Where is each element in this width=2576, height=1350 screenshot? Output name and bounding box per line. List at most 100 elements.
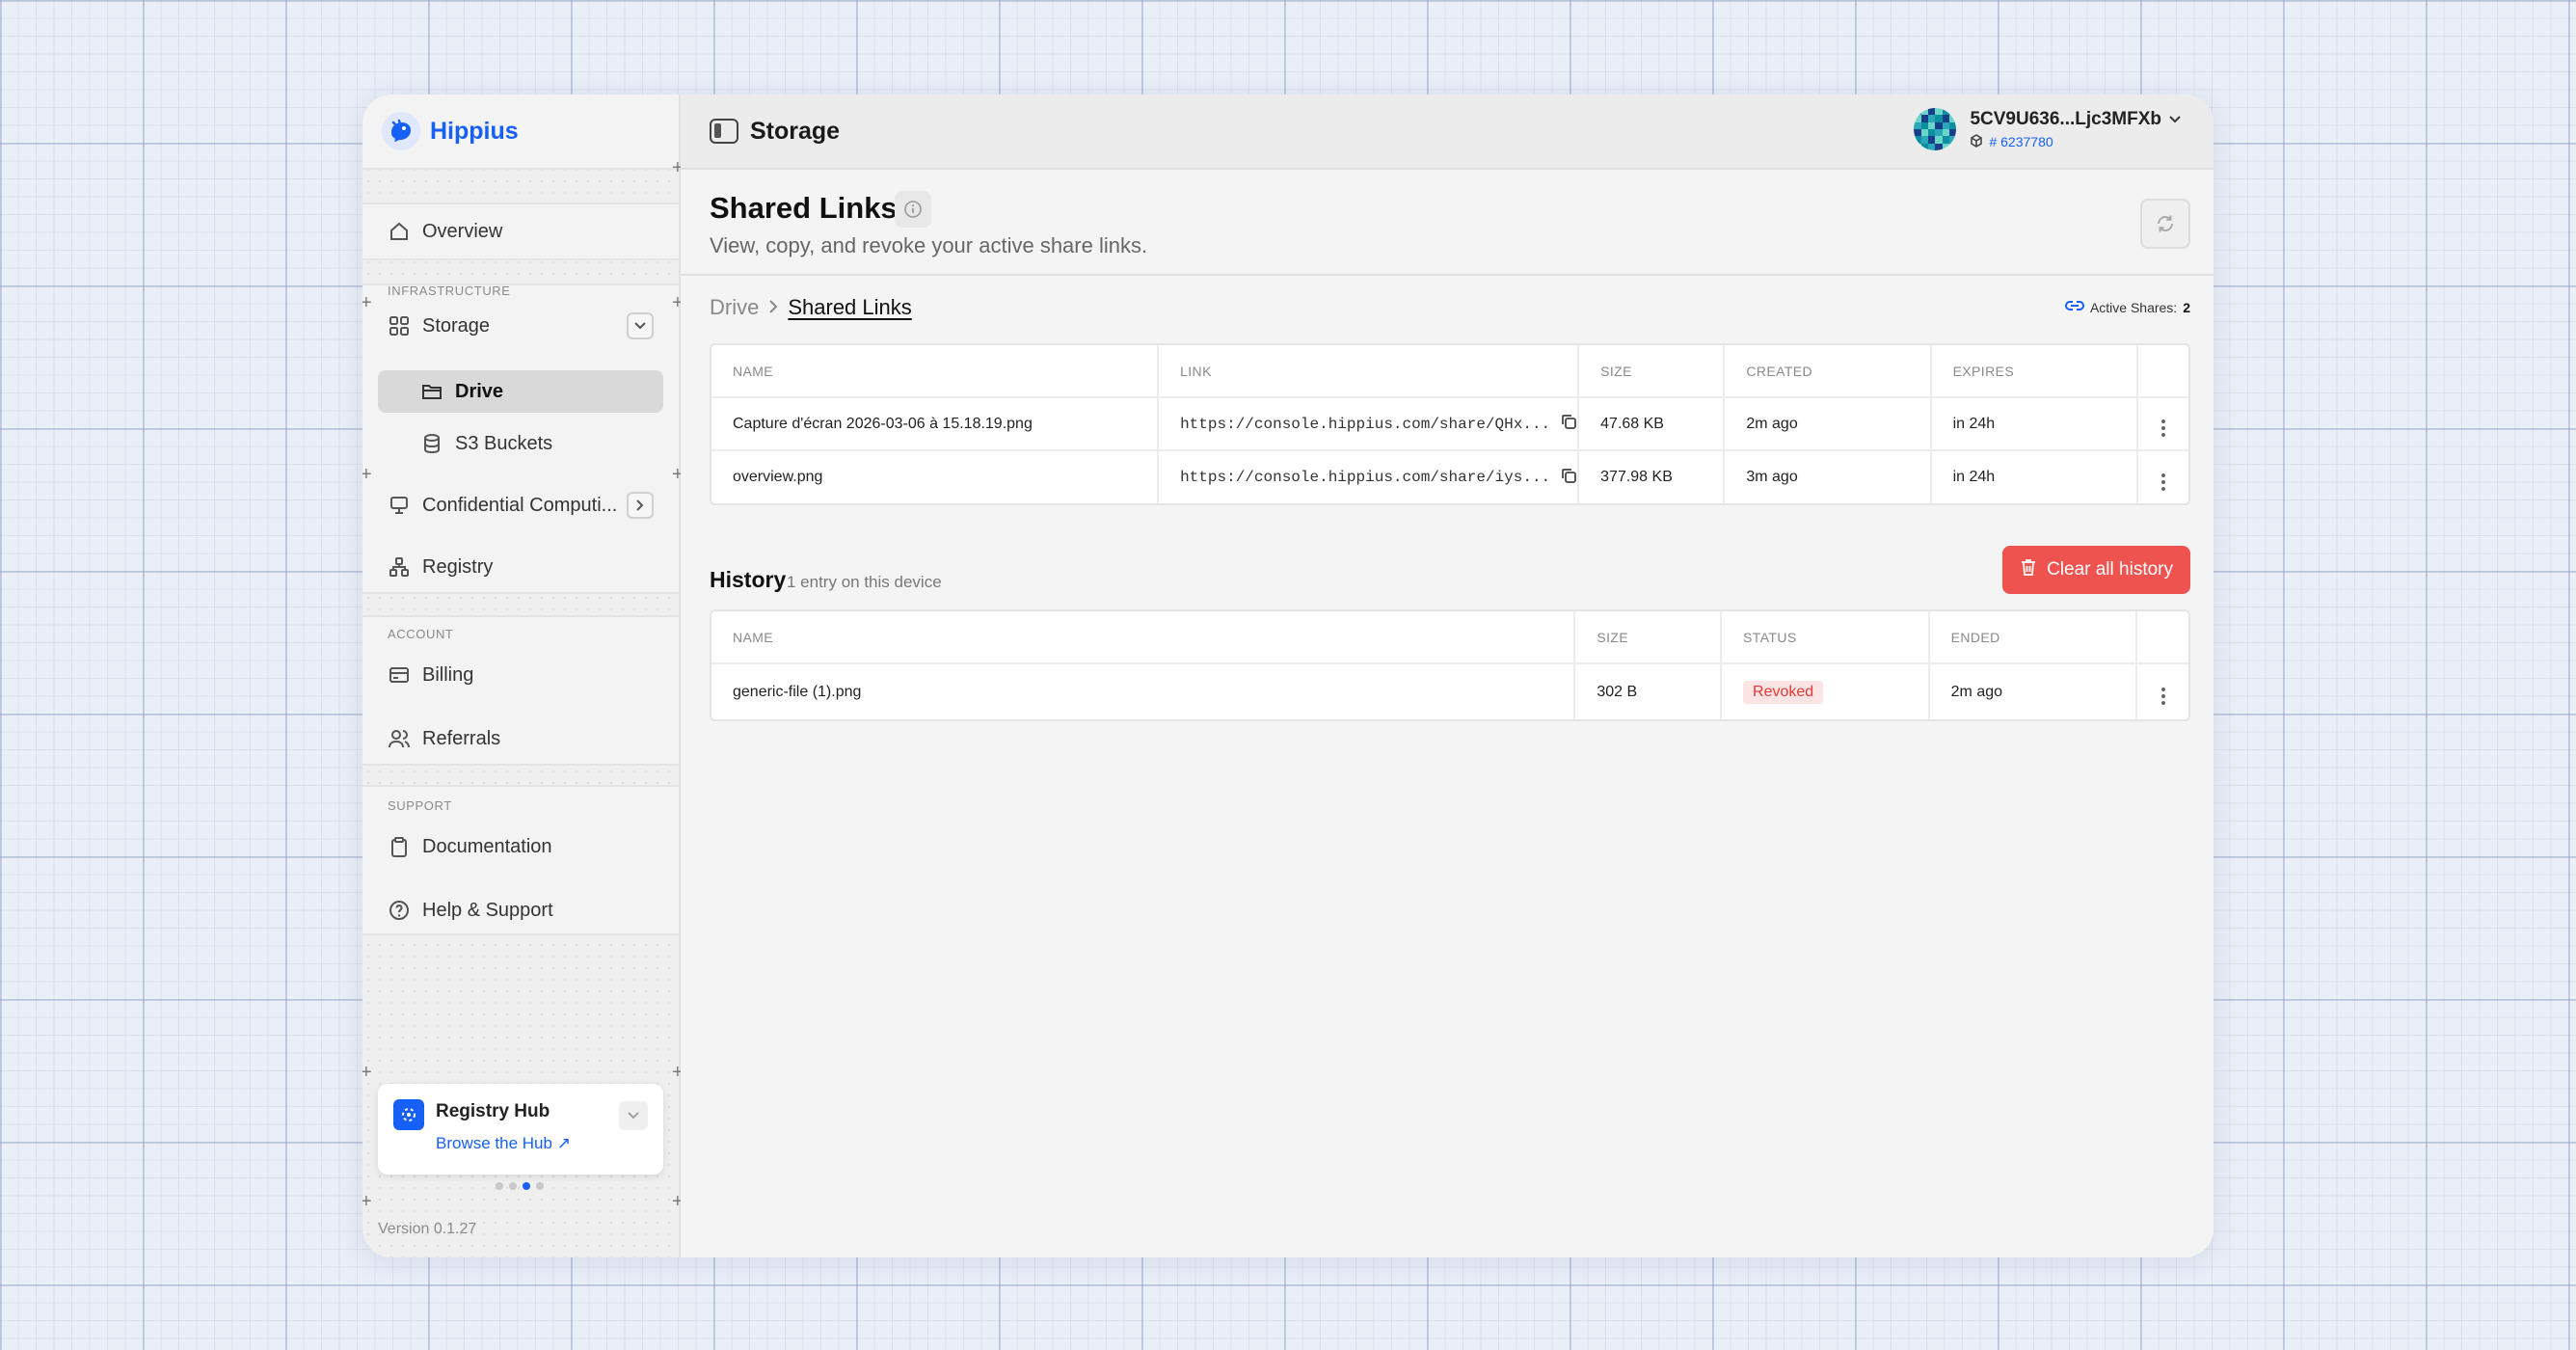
more-vertical-icon[interactable]	[2160, 688, 2165, 705]
status-badge: Revoked	[1743, 680, 1824, 704]
history-table: NAME SIZE STATUS ENDED generic-file (1).…	[710, 609, 2190, 721]
chevron-down-icon[interactable]	[619, 1101, 648, 1130]
breadcrumb-shared-links[interactable]: Shared Links	[788, 295, 911, 320]
sidebar-item-s3-buckets[interactable]: S3 Buckets	[378, 422, 663, 465]
info-icon[interactable]	[895, 191, 931, 228]
chevron-right-icon	[768, 295, 778, 320]
sidebar-item-documentation[interactable]: Documentation	[378, 825, 663, 868]
share-created: 2m ago	[1724, 397, 1932, 451]
browse-hub-link[interactable]: Browse the Hub ↗	[436, 1134, 571, 1153]
history-size: 302 B	[1574, 663, 1723, 719]
carousel-dots	[496, 1182, 544, 1190]
sidebar-item-overview[interactable]: Overview	[378, 210, 663, 253]
users-icon	[388, 727, 411, 750]
column-header-actions	[2136, 611, 2188, 664]
cube-icon	[1970, 133, 1983, 150]
account-name: 5CV9U636...Ljc3MFXb	[1970, 108, 2161, 129]
corner-plus-icon: +	[362, 464, 372, 485]
sidebar-item-label: Referrals	[422, 727, 501, 749]
sidebar-item-referrals[interactable]: Referrals	[378, 717, 663, 760]
breadcrumb-drive[interactable]: Drive	[710, 295, 759, 320]
row-actions	[2137, 450, 2188, 503]
browse-hub-label: Browse the Hub	[436, 1134, 552, 1152]
more-vertical-icon[interactable]	[2160, 472, 2165, 491]
share-created: 3m ago	[1724, 450, 1932, 503]
carousel-dot[interactable]	[496, 1182, 503, 1190]
sidebar-item-help-support[interactable]: Help & Support	[378, 889, 663, 932]
trash-icon	[2020, 557, 2037, 582]
sidebar-item-label: Confidential Computi...	[422, 494, 618, 516]
share-link[interactable]: https://console.hippius.com/share/iys...	[1180, 469, 1550, 486]
column-header-status: STATUS	[1721, 611, 1930, 664]
sidebar-item-billing[interactable]: Billing	[378, 654, 663, 696]
table-row[interactable]: Capture d'écran 2026-03-06 à 15.18.19.pn…	[711, 397, 2188, 451]
column-header-name: NAME	[711, 345, 1160, 398]
monitor-icon	[388, 494, 411, 517]
brand-name: Hippius	[430, 117, 519, 145]
sidebar-item-label: Overview	[422, 220, 503, 242]
column-header-size: SIZE	[1578, 345, 1726, 398]
chevron-down-icon[interactable]	[627, 312, 654, 339]
main-content: Storage 5CV9U636...Ljc3MFXb # 6237780 Sh…	[681, 94, 2214, 1257]
carousel-dot[interactable]	[536, 1182, 544, 1190]
refresh-icon[interactable]	[2140, 199, 2190, 249]
sidebar-item-label: Help & Support	[422, 899, 553, 921]
carousel-dot-active[interactable]	[523, 1182, 530, 1190]
more-vertical-icon[interactable]	[2160, 419, 2165, 437]
sidebar: Hippius + Overview + + INFRASTRUCTURE St…	[362, 94, 684, 1257]
clear-history-button[interactable]: Clear all history	[2002, 546, 2190, 594]
history-name: generic-file (1).png	[711, 663, 1576, 719]
sidebar-item-storage[interactable]: Storage	[378, 305, 663, 347]
corner-plus-icon: +	[362, 1062, 372, 1083]
home-icon	[388, 220, 411, 243]
share-link-cell: https://console.hippius.com/share/iys...	[1158, 450, 1580, 503]
clipboard-icon	[388, 835, 411, 858]
table-row[interactable]: overview.png https://console.hippius.com…	[711, 450, 2188, 503]
topbar: Storage 5CV9U636...Ljc3MFXb # 6237780	[681, 94, 2214, 170]
page-title: Shared Links	[710, 191, 898, 225]
section-label-support: SUPPORT	[388, 798, 452, 813]
arrow-up-right-icon: ↗	[556, 1134, 571, 1152]
registry-hub-card[interactable]: Registry Hub Browse the Hub ↗	[378, 1084, 663, 1174]
active-shares: Active Shares: 2	[2064, 299, 2190, 315]
share-expires: in 24h	[1930, 450, 2138, 503]
page-subtitle: View, copy, and revoke your active share…	[710, 233, 1148, 257]
shares-table: NAME LINK SIZE CREATED EXPIRES Capture d…	[710, 343, 2190, 505]
history-title: History	[710, 567, 787, 592]
share-name: overview.png	[711, 450, 1160, 503]
grid-icon	[388, 314, 411, 338]
table-row[interactable]: generic-file (1).png 302 B Revoked 2m ag…	[711, 663, 2188, 719]
account-menu[interactable]: 5CV9U636...Ljc3MFXb # 6237780	[1914, 108, 2181, 150]
history-status-cell: Revoked	[1721, 663, 1930, 719]
column-header-expires: EXPIRES	[1930, 345, 2138, 398]
sidebar-item-label: Billing	[422, 663, 474, 686]
version-label: Version 0.1.27	[378, 1221, 477, 1237]
sidebar-item-label: Storage	[422, 314, 491, 337]
sidebar-item-drive[interactable]: Drive	[378, 370, 663, 413]
column-header-link: LINK	[1158, 345, 1580, 398]
sidebar-item-confidential-computing[interactable]: Confidential Computi...	[378, 484, 663, 526]
chevron-right-icon[interactable]	[627, 492, 654, 519]
share-link[interactable]: https://console.hippius.com/share/QHx...	[1180, 416, 1550, 433]
sidebar-item-label: S3 Buckets	[455, 432, 553, 454]
row-actions	[2136, 663, 2188, 719]
share-name: Capture d'écran 2026-03-06 à 15.18.19.pn…	[711, 397, 1160, 451]
folder-icon	[420, 380, 443, 403]
copy-icon[interactable]	[1560, 467, 1577, 489]
section-label-account: ACCOUNT	[388, 627, 454, 641]
breadcrumb: Drive Shared Links	[710, 295, 912, 320]
brand[interactable]: Hippius	[362, 94, 679, 170]
column-header-size: SIZE	[1574, 611, 1723, 664]
database-icon	[420, 432, 443, 455]
sidebar-toggle-icon[interactable]	[710, 119, 738, 144]
table-header-row: NAME SIZE STATUS ENDED	[711, 611, 2188, 664]
copy-icon[interactable]	[1560, 413, 1577, 435]
column-header-created: CREATED	[1724, 345, 1932, 398]
column-header-ended: ENDED	[1928, 611, 2138, 664]
credit-card-icon	[388, 663, 411, 687]
sidebar-item-registry[interactable]: Registry	[378, 546, 663, 588]
carousel-dot[interactable]	[509, 1182, 517, 1190]
active-shares-label: Active Shares:	[2089, 299, 2178, 315]
chevron-down-icon	[2169, 111, 2181, 128]
network-icon	[388, 555, 411, 579]
